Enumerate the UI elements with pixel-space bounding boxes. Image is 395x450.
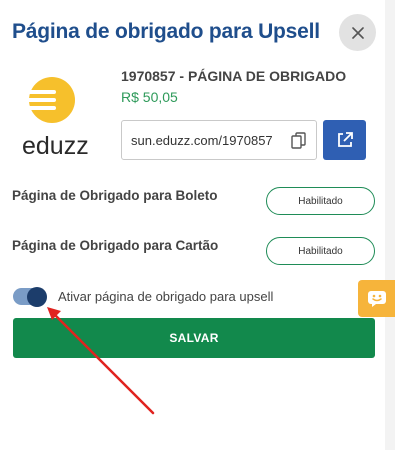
close-button[interactable] (339, 14, 376, 51)
upsell-panel: Página de obrigado para Upsell eduzz 197… (0, 0, 385, 450)
page-title: Página de obrigado para Upsell (12, 20, 320, 43)
scrollbar[interactable] (385, 0, 395, 450)
cartao-row-label: Página de Obrigado para Cartão (12, 238, 219, 253)
close-icon (351, 26, 364, 39)
boleto-row-label: Página de Obrigado para Boleto (12, 188, 218, 203)
svg-text:eduzz: eduzz (22, 132, 89, 160)
product-price: R$ 50,05 (121, 89, 178, 105)
external-link-icon (337, 132, 353, 147)
copy-icon[interactable] (291, 132, 307, 150)
chat-icon (367, 290, 386, 307)
upsell-toggle-label: Ativar página de obrigado para upsell (58, 289, 274, 304)
toggle-knob (27, 286, 47, 307)
product-url-text: sun.eduzz.com/1970857 (131, 132, 273, 148)
upsell-toggle[interactable] (13, 286, 47, 307)
save-button[interactable]: SALVAR (13, 318, 375, 358)
product-url-field[interactable]: sun.eduzz.com/1970857 (121, 120, 317, 160)
boleto-status-badge[interactable]: Habilitado (266, 187, 375, 215)
open-url-button[interactable] (323, 120, 366, 160)
cartao-status-badge[interactable]: Habilitado (266, 237, 375, 265)
product-name: 1970857 - PÁGINA DE OBRIGADO (121, 68, 347, 84)
product-logo: eduzz (18, 70, 98, 162)
chat-widget-button[interactable] (358, 280, 395, 317)
